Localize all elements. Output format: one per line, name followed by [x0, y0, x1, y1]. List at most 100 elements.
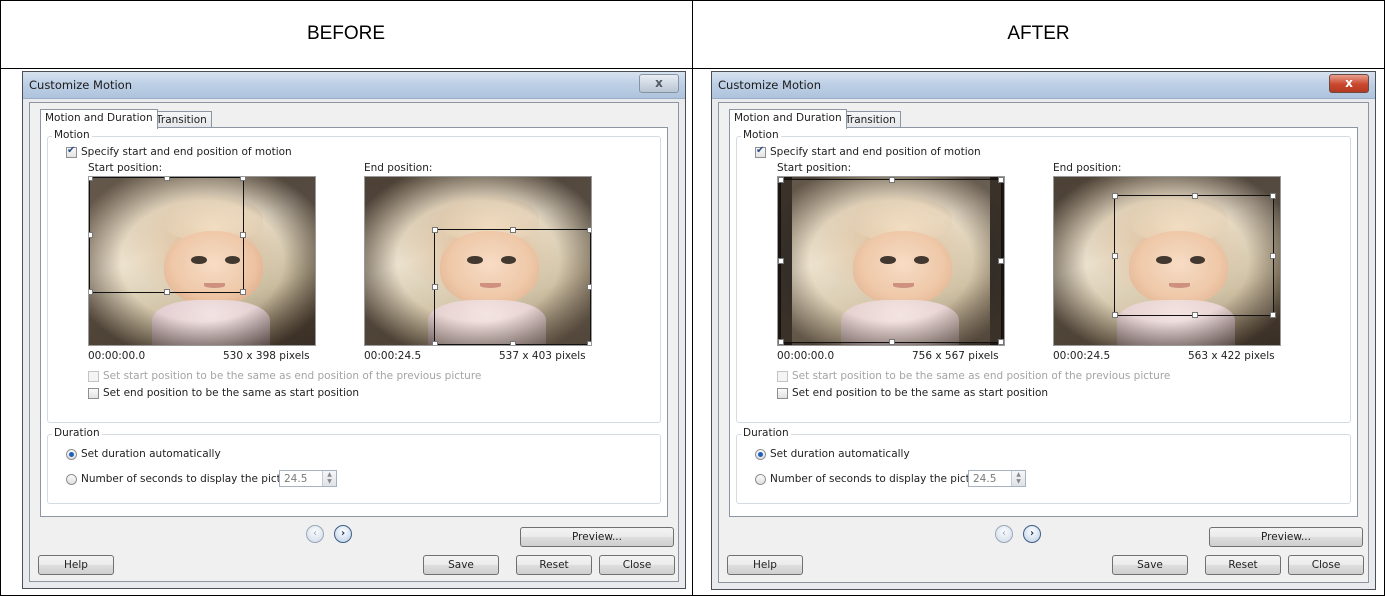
duration-seconds-radio[interactable]: [66, 474, 77, 485]
crop-handle[interactable]: [1270, 253, 1276, 259]
crop-handle[interactable]: [587, 341, 591, 345]
end-position-preview[interactable]: [364, 176, 592, 346]
end-position-label: End position:: [1053, 162, 1122, 174]
start-crop-rectangle[interactable]: [778, 177, 1004, 345]
reset-button[interactable]: Reset: [516, 555, 592, 575]
crop-handle[interactable]: [1112, 312, 1118, 318]
crop-handle[interactable]: [998, 339, 1004, 345]
crop-handle[interactable]: [432, 227, 438, 233]
end-crop-rectangle[interactable]: [1112, 193, 1276, 318]
preview-button[interactable]: Preview...: [1209, 527, 1363, 547]
start-position-preview[interactable]: [777, 176, 1005, 346]
chevron-left-icon[interactable]: ‹: [995, 525, 1013, 543]
seconds-value: 24.5: [973, 473, 997, 485]
seconds-stepper[interactable]: 24.5 ▲ ▼: [279, 470, 337, 487]
crop-handle[interactable]: [889, 339, 895, 345]
duration-seconds-radio[interactable]: [755, 474, 766, 485]
crop-handle[interactable]: [778, 339, 784, 345]
title-bar: Customize Motion x: [712, 72, 1375, 99]
duration-auto-radio[interactable]: [66, 449, 77, 460]
crop-handle[interactable]: [1270, 312, 1276, 318]
help-button[interactable]: Help: [727, 555, 803, 575]
end-time: 00:00:24.5: [1053, 350, 1111, 362]
end-crop-rectangle[interactable]: [432, 227, 591, 345]
tab-panel: Motion Specify start and end position of…: [40, 127, 668, 517]
end-position-preview[interactable]: [1053, 176, 1281, 346]
crop-handle[interactable]: [510, 341, 516, 345]
crop-handle[interactable]: [889, 177, 895, 183]
chevron-right-icon[interactable]: ›: [1023, 525, 1041, 543]
window-close-button[interactable]: x: [1329, 74, 1369, 93]
same-as-previous-label: Set start position to be the same as end…: [792, 370, 1171, 382]
start-time: 00:00:00.0: [88, 350, 146, 362]
crop-handle[interactable]: [510, 227, 516, 233]
tab-motion-duration[interactable]: Motion and Duration: [729, 109, 847, 129]
end-time: 00:00:24.5: [364, 350, 422, 362]
start-time: 00:00:00.0: [777, 350, 835, 362]
crop-handle[interactable]: [89, 232, 93, 238]
same-as-previous-checkbox[interactable]: [88, 371, 99, 382]
specify-motion-checkbox[interactable]: [755, 145, 766, 158]
spin-arrows-icon[interactable]: ▲ ▼: [1011, 471, 1025, 486]
crop-handle[interactable]: [1112, 193, 1118, 199]
same-as-previous-checkbox[interactable]: [777, 371, 788, 382]
chevron-right-icon[interactable]: ›: [334, 525, 352, 543]
crop-handle[interactable]: [998, 258, 1004, 264]
start-crop-rectangle[interactable]: [89, 177, 246, 295]
save-button[interactable]: Save: [423, 555, 499, 575]
duration-group: Duration Set duration automatically Numb…: [736, 427, 1351, 504]
help-button[interactable]: Help: [38, 555, 114, 575]
motion-group-label: Motion: [52, 129, 92, 141]
crop-handle[interactable]: [240, 232, 246, 238]
crop-handle[interactable]: [1112, 253, 1118, 259]
crop-handle[interactable]: [587, 284, 591, 290]
close-button[interactable]: Close: [1288, 555, 1364, 575]
window-close-button[interactable]: x: [639, 74, 679, 93]
end-same-as-start-label: Set end position to be the same as start…: [103, 387, 360, 399]
end-same-as-start-checkbox[interactable]: [88, 388, 99, 399]
crop-handle[interactable]: [998, 177, 1004, 183]
crop-handle[interactable]: [778, 177, 784, 183]
crop-handle[interactable]: [778, 258, 784, 264]
crop-handle[interactable]: [1270, 193, 1276, 199]
tab-transition[interactable]: Transition: [840, 111, 901, 128]
window-title: Customize Motion: [29, 78, 133, 92]
motion-group: Motion Specify start and end position of…: [736, 129, 1351, 423]
header-after: AFTER: [1007, 23, 1070, 44]
dialog-after: Customize Motion x Motion and Duration T…: [711, 71, 1376, 590]
crop-handle[interactable]: [240, 177, 246, 181]
crop-handle[interactable]: [89, 289, 93, 295]
specify-motion-checkbox[interactable]: [66, 145, 77, 158]
crop-handle[interactable]: [164, 177, 170, 181]
chevron-left-icon[interactable]: ‹: [306, 525, 324, 543]
end-same-as-start-label: Set end position to be the same as start…: [792, 387, 1049, 399]
specify-motion-label: Specify start and end position of motion: [81, 146, 292, 158]
close-button[interactable]: Close: [599, 555, 675, 575]
crop-handle[interactable]: [164, 289, 170, 295]
spin-arrows-icon[interactable]: ▲ ▼: [322, 471, 336, 486]
seconds-stepper[interactable]: 24.5 ▲ ▼: [968, 470, 1026, 487]
start-position-label: Start position:: [88, 162, 163, 174]
tab-transition[interactable]: Transition: [151, 111, 212, 128]
dialog-before: Customize Motion x Motion and Duration T…: [22, 71, 686, 589]
same-as-previous-label: Set start position to be the same as end…: [103, 370, 482, 382]
table-border-left: [0, 0, 1, 596]
title-bar: Customize Motion x: [23, 72, 685, 99]
crop-handle[interactable]: [240, 289, 246, 295]
crop-handle[interactable]: [432, 341, 438, 345]
end-same-as-start-checkbox[interactable]: [777, 388, 788, 399]
start-position-preview[interactable]: [88, 176, 316, 346]
preview-button[interactable]: Preview...: [520, 527, 674, 547]
start-size: 530 x 398 pixels: [223, 350, 310, 362]
crop-handle[interactable]: [1192, 312, 1198, 318]
reset-button[interactable]: Reset: [1205, 555, 1281, 575]
crop-handle[interactable]: [587, 227, 591, 233]
duration-seconds-label: Number of seconds to display the picture: [81, 473, 298, 485]
save-button[interactable]: Save: [1112, 555, 1188, 575]
tab-motion-duration[interactable]: Motion and Duration: [40, 109, 158, 129]
crop-handle[interactable]: [89, 177, 93, 181]
crop-handle[interactable]: [1192, 193, 1198, 199]
duration-auto-radio[interactable]: [755, 449, 766, 460]
dialog-client: Motion and Duration Transition Motion Sp…: [718, 102, 1369, 583]
crop-handle[interactable]: [432, 284, 438, 290]
